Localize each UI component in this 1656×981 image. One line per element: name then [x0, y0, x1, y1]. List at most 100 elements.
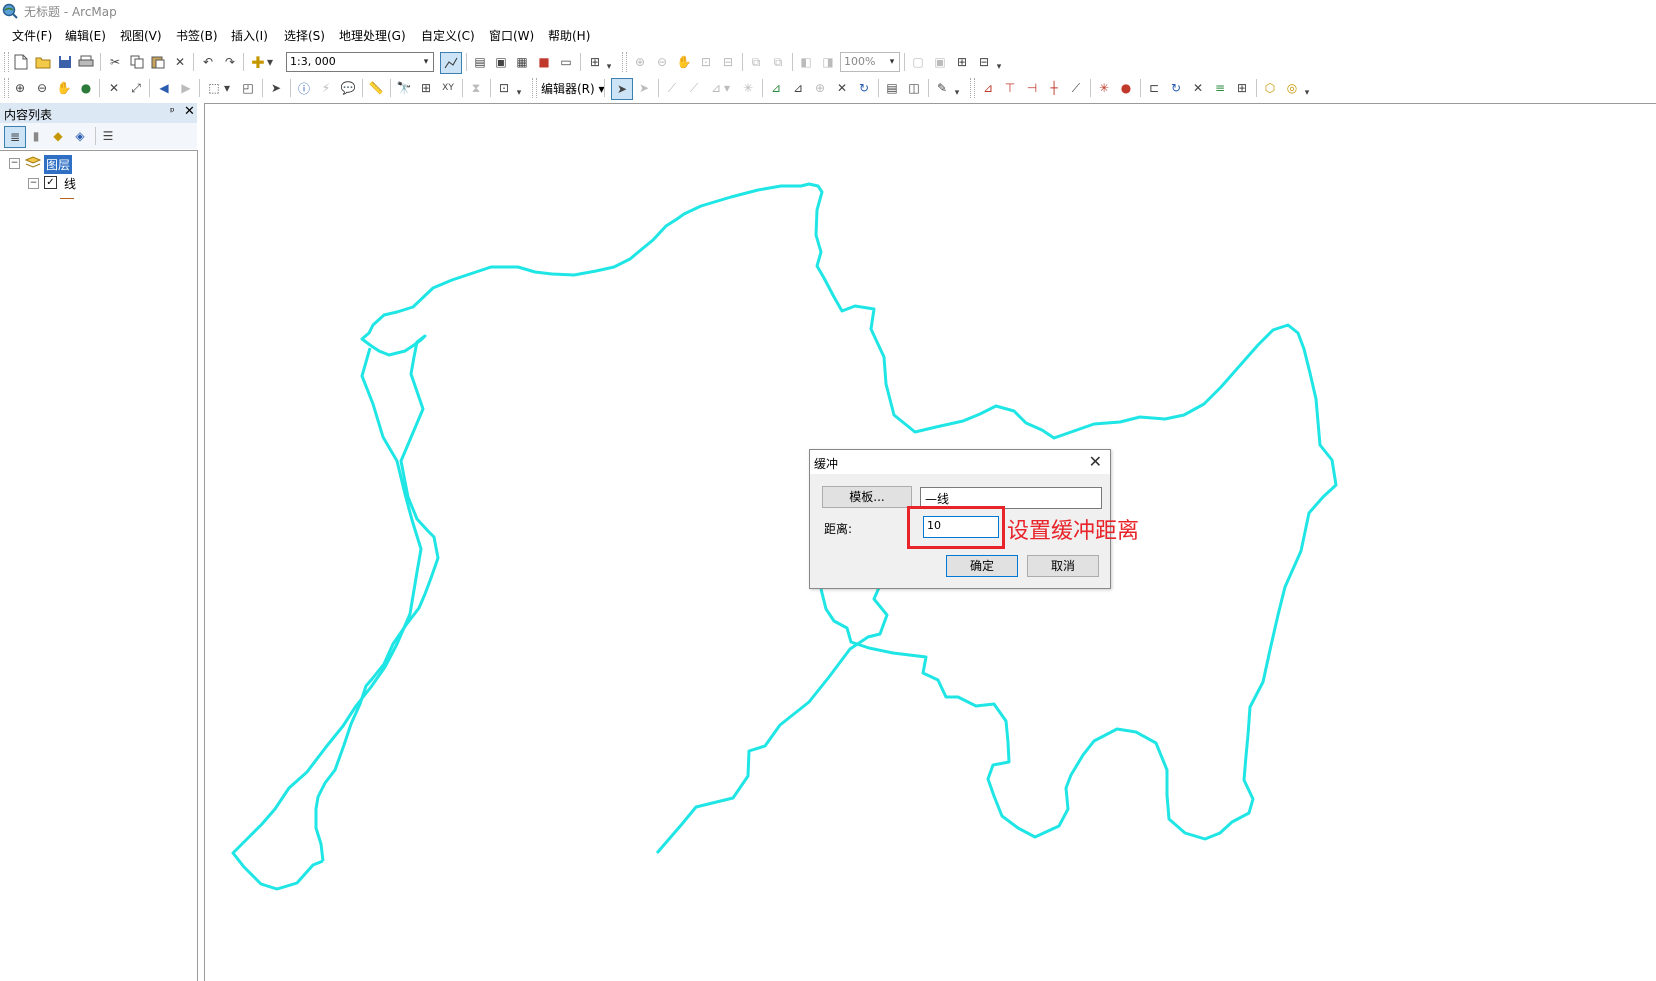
smooth-icon[interactable]: ● [1116, 78, 1136, 98]
table-of-contents-icon[interactable]: ▤ [470, 52, 490, 72]
toolbar-grip[interactable] [4, 78, 9, 98]
menu-bookmarks[interactable]: 书签(B) [176, 27, 218, 44]
menu-help[interactable]: 帮助(H) [548, 27, 590, 44]
go-back-icon[interactable]: ◀ [154, 78, 174, 98]
layer-label[interactable]: 线 [64, 175, 76, 192]
chevron-down-icon[interactable]: ▾ [885, 53, 899, 71]
copy-parallel-icon[interactable]: ≡ [1210, 78, 1230, 98]
point-tool-icon[interactable]: ✳ [738, 78, 758, 98]
edit-tool-icon[interactable]: ➤ [611, 78, 633, 100]
reshape-feature-icon[interactable]: ⊿ [788, 78, 808, 98]
redo-icon[interactable]: ↷ [220, 52, 240, 72]
trim-tool-icon[interactable]: ⊣ [1022, 78, 1042, 98]
pan-icon[interactable]: ✋ [54, 78, 74, 98]
cancel-button[interactable]: 取消 [1027, 555, 1099, 577]
line-feature[interactable] [655, 571, 889, 854]
layout-zoom-in-icon[interactable]: ⊕ [630, 52, 650, 72]
layout-back-extent-icon[interactable]: ◧ [796, 52, 816, 72]
layer-visibility-checkbox[interactable]: ✓ [44, 176, 57, 189]
html-popup-icon[interactable]: 💬 [338, 78, 358, 98]
fixed-zoom-in-icon[interactable]: ✕ [104, 78, 124, 98]
hyperlink-icon[interactable]: ⚡ [316, 78, 336, 98]
align-to-shape-icon[interactable]: ⊏ [1144, 78, 1164, 98]
proportion-icon[interactable]: ✕ [1188, 78, 1208, 98]
menu-windows[interactable]: 窗口(W) [489, 27, 534, 44]
delete-icon[interactable]: ✕ [170, 52, 190, 72]
toolbar-overflow-icon[interactable]: ▾ [952, 83, 962, 103]
sketch-properties-icon[interactable]: ◫ [904, 78, 924, 98]
construction-dropdown-icon[interactable]: ▾ [722, 78, 732, 98]
paste-icon[interactable] [148, 52, 168, 72]
fixed-zoom-out-icon[interactable]: ⤢ [126, 78, 146, 98]
list-by-selection-icon[interactable]: ◈ [70, 126, 90, 146]
data-driven-pages-icon[interactable]: ⊟ [974, 52, 994, 72]
menu-insert[interactable]: 插入(I) [231, 27, 268, 44]
select-elements-icon[interactable]: ➤ [266, 78, 286, 98]
union-icon[interactable]: ◎ [1282, 78, 1302, 98]
line-symbol-icon[interactable] [60, 198, 74, 199]
template-button[interactable]: 模板... [822, 486, 912, 508]
menu-geoprocessing[interactable]: 地理处理(G) [339, 27, 406, 44]
print-icon[interactable] [76, 52, 96, 72]
close-icon[interactable]: ✕ [184, 104, 195, 119]
layout-forward-extent-icon[interactable]: ◨ [818, 52, 838, 72]
straight-segment-icon[interactable]: ⟋ [662, 78, 682, 98]
menu-edit[interactable]: 编辑(E) [65, 27, 106, 44]
undo-icon[interactable]: ↶ [198, 52, 218, 72]
find-route-icon[interactable]: ⊞ [416, 78, 436, 98]
select-features-dropdown-icon[interactable]: ▾ [221, 78, 233, 98]
zoom-out-icon[interactable]: ⊖ [32, 78, 52, 98]
layout-pan-icon[interactable]: ✋ [674, 52, 694, 72]
save-icon[interactable] [55, 52, 75, 72]
focus-data-frame-icon[interactable]: ▣ [930, 52, 950, 72]
modelbuilder-icon[interactable]: ⊞ [585, 52, 605, 72]
attributes-icon[interactable]: ▤ [882, 78, 902, 98]
toolbar-grip[interactable] [622, 52, 627, 72]
identify-icon[interactable]: ⓘ [294, 78, 314, 98]
layout-zoom-whole-icon[interactable]: ⊡ [696, 52, 716, 72]
list-by-drawing-order-icon[interactable]: ≣ [4, 126, 26, 148]
chevron-down-icon[interactable]: ▾ [419, 53, 433, 71]
menu-view[interactable]: 视图(V) [120, 27, 162, 44]
cut-icon[interactable]: ✂ [105, 52, 125, 72]
rotate-tool-icon[interactable]: ↻ [854, 78, 874, 98]
toolbar-grip[interactable] [4, 52, 9, 72]
collapse-icon[interactable]: − [9, 158, 20, 169]
options-icon[interactable]: ☰ [98, 126, 118, 146]
merge-icon[interactable]: ⊞ [1232, 78, 1252, 98]
search-window-icon[interactable]: ▦ [512, 52, 532, 72]
split-tool-icon[interactable]: ✕ [832, 78, 852, 98]
fillet-tool-icon[interactable]: ⟋ [1066, 78, 1086, 98]
replace-geometry-icon[interactable]: ↻ [1166, 78, 1186, 98]
go-forward-icon[interactable]: ▶ [176, 78, 196, 98]
end-point-arc-icon[interactable]: ⟋ [684, 78, 704, 98]
create-features-icon[interactable]: ✎ [932, 78, 952, 98]
layout-zoom-combo[interactable]: 100% ▾ [840, 52, 900, 72]
edit-vertices-icon[interactable]: ⊿ [766, 78, 786, 98]
collapse-icon[interactable]: − [28, 178, 39, 189]
menu-selection[interactable]: 选择(S) [284, 27, 325, 44]
toolbar-grip[interactable] [532, 78, 537, 98]
zoom-in-icon[interactable]: ⊕ [10, 78, 30, 98]
measure-icon[interactable]: 📏 [366, 78, 386, 98]
find-icon[interactable]: 🔭 [394, 78, 414, 98]
close-icon[interactable]: ✕ [1089, 452, 1102, 471]
ok-button[interactable]: 确定 [946, 555, 1018, 577]
add-data-dropdown-icon[interactable]: ▾ [264, 52, 276, 72]
line-feature[interactable] [231, 347, 423, 891]
buffer-icon[interactable]: ⬡ [1260, 78, 1280, 98]
layout-zoom-100-icon[interactable]: ⊟ [718, 52, 738, 72]
cut-polygons-icon[interactable]: ⊕ [810, 78, 830, 98]
layout-fixed-zoom-in-icon[interactable]: ⧉ [746, 52, 766, 72]
toggle-draft-mode-icon[interactable]: ▢ [908, 52, 928, 72]
menu-customize[interactable]: 自定义(C) [421, 27, 475, 44]
list-by-visibility-icon[interactable]: ◆ [48, 126, 68, 146]
toolbar-overflow-icon[interactable]: ▾ [994, 57, 1004, 77]
menu-file[interactable]: 文件(F) [12, 27, 52, 44]
extend-tool-icon[interactable]: ⊤ [1000, 78, 1020, 98]
generalize-icon[interactable]: ✳ [1094, 78, 1114, 98]
change-layout-icon[interactable]: ⊞ [952, 52, 972, 72]
layout-fixed-zoom-out-icon[interactable]: ⧉ [768, 52, 788, 72]
toolbar-overflow-icon[interactable]: ▾ [1302, 83, 1312, 103]
toolbar-overflow-icon[interactable]: ▾ [604, 57, 614, 77]
